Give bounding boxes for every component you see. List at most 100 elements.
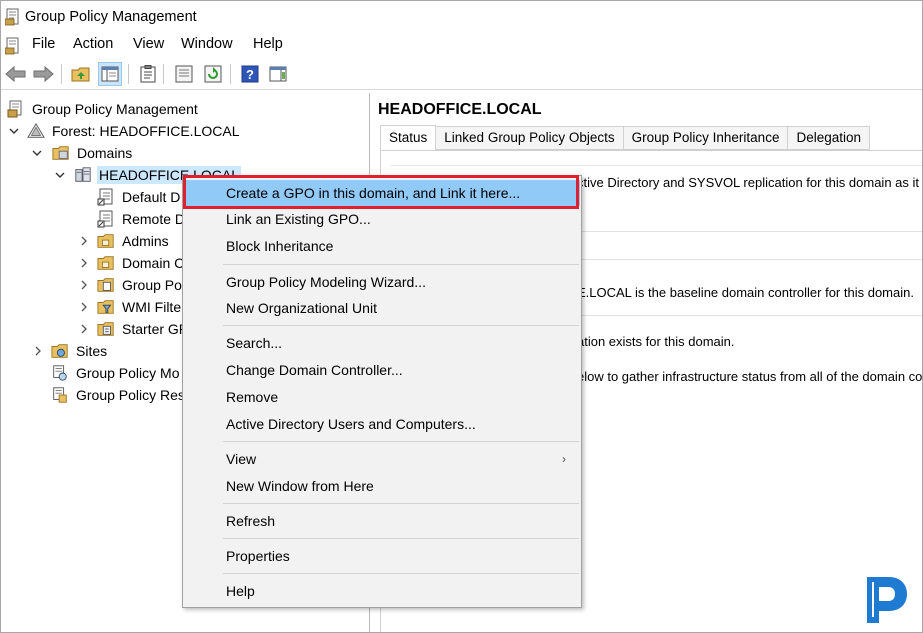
menu-item-properties[interactable]: Properties [184,543,580,569]
tree-label-modeling: Group Policy Mo [76,364,180,381]
chevron-down-icon[interactable] [55,170,67,180]
svg-text:?: ? [246,67,254,82]
tree-node-domain-controllers[interactable]: Domain C [79,252,186,273]
tree-label-domain-controllers: Domain C [122,254,185,271]
details-title: HEADOFFICE.LOCAL [378,101,542,118]
results-icon [51,386,69,404]
menu-item-new-ou[interactable]: New Organizational Unit [184,295,580,321]
site-logo-icon [859,573,911,625]
tree-label-results: Group Policy Res [76,386,185,403]
menu-item-view[interactable]: View › [184,446,580,472]
ou-folder-icon [97,232,115,250]
tree-node-group-policy-objects[interactable]: Group Po [79,274,184,295]
sites-folder-icon [51,342,69,360]
action-pane-icon[interactable] [266,62,290,86]
menu-separator [223,441,579,442]
menu-item-create-gpo-link[interactable]: Create a GPO in this domain, and Link it… [184,180,580,206]
menu-separator [223,325,579,326]
starter-gpo-folder-icon [97,320,115,338]
menu-separator [223,538,579,539]
clipboard-icon[interactable] [136,62,160,86]
title-bar: Group Policy Management [1,1,922,33]
tree-node-admins[interactable]: Admins [79,230,171,251]
tree-node-remote-desktop[interactable]: Remote D [97,208,187,229]
modeling-icon [51,364,69,382]
tree-node-forest[interactable]: Forest: HEADOFFICE.LOCAL [9,120,241,141]
status-line-3: ation exists for this domain. [577,334,735,349]
menu-bar: File Action View Window Help [1,33,922,58]
properties-icon[interactable] [172,62,196,86]
tree-node-modeling[interactable]: Group Policy Mo [51,362,181,383]
tree-label-root: Group Policy Management [32,100,198,117]
menu-item-refresh[interactable]: Refresh [184,508,580,534]
gpmc-window: Group Policy Management File Action View… [0,0,923,633]
menu-item-modeling-wizard[interactable]: Group Policy Modeling Wizard... [184,269,580,295]
chevron-right-icon[interactable] [79,258,93,268]
menu-view[interactable]: View [131,36,166,52]
tree-node-domains[interactable]: Domains [32,142,134,163]
menu-separator [223,503,579,504]
tree-label-domains: Domains [77,144,133,161]
help-icon[interactable]: ? [238,62,262,86]
gpo-link-icon [97,210,115,228]
tree-node-default-domain-policy[interactable]: Default D [97,186,182,207]
menu-action[interactable]: Action [71,36,115,52]
chevron-right-icon[interactable] [33,346,47,356]
tree-node-starter-gpos[interactable]: Starter GP [79,318,190,339]
chevron-right-icon[interactable] [79,236,93,246]
wmi-filter-folder-icon [97,298,115,316]
tree-label-group-policy-objects: Group Po [122,276,182,293]
menu-item-help[interactable]: Help [184,578,580,604]
menu-item-ad-users-computers[interactable]: Active Directory Users and Computers... [184,411,580,437]
tab-delegation[interactable]: Delegation [788,126,870,150]
ou-folder-icon [97,254,115,272]
forest-icon [27,122,45,140]
menu-window[interactable]: Window [179,36,235,52]
show-hide-tree-icon[interactable] [98,62,122,86]
document-icon[interactable] [4,37,21,58]
gpo-link-icon [97,188,115,206]
status-line-2: E.LOCAL is the baseline domain controlle… [577,285,914,300]
tab-inheritance[interactable]: Group Policy Inheritance [623,126,789,150]
back-arrow-icon[interactable] [4,62,28,86]
chevron-right-icon[interactable] [79,302,93,312]
tree-label-sites: Sites [76,342,108,359]
menu-separator [223,264,579,265]
refresh-icon[interactable] [201,62,225,86]
gpo-folder-icon [97,276,115,294]
chevron-right-icon[interactable] [79,324,93,334]
menu-item-new-window[interactable]: New Window from Here [184,473,580,499]
tree-label-default-domain-policy: Default D [122,188,181,205]
status-line-4: elow to gather infrastructure status fro… [577,369,923,384]
tree-node-results[interactable]: Group Policy Res [51,384,187,405]
up-folder-icon[interactable] [69,62,93,86]
menu-item-link-existing-gpo[interactable]: Link an Existing GPO... [184,206,580,232]
tree-label-remote-desktop: Remote D [122,210,186,227]
domains-folder-icon [52,144,70,162]
menu-item-remove[interactable]: Remove [184,384,580,410]
chevron-right-icon[interactable] [79,280,93,290]
tree-label-forest: Forest: HEADOFFICE.LOCAL [52,122,240,139]
forward-arrow-icon[interactable] [31,62,55,86]
chevron-down-icon[interactable] [32,148,44,158]
tree-label-starter-gpos: Starter GP [122,320,189,337]
menu-item-change-dc[interactable]: Change Domain Controller... [184,357,580,383]
menu-separator [223,573,579,574]
menu-item-view-label: View [226,451,257,467]
domain-icon [74,166,92,184]
toolbar: ? [1,58,922,90]
tree-node-root[interactable]: Group Policy Management [7,98,200,119]
menu-item-block-inheritance[interactable]: Block Inheritance [184,233,580,259]
tree-node-sites[interactable]: Sites [33,340,109,361]
tree-label-wmi-filters: WMI Filte [122,298,182,315]
menu-help[interactable]: Help [251,36,285,52]
chevron-down-icon[interactable] [9,126,21,136]
menu-item-search[interactable]: Search... [184,330,580,356]
menu-file[interactable]: File [30,36,57,52]
tree-node-wmi-filters[interactable]: WMI Filte [79,296,183,317]
tab-status[interactable]: Status [380,125,437,151]
submenu-arrow-icon: › [562,452,566,466]
tab-linked-gpos[interactable]: Linked Group Policy Objects [436,126,624,150]
gpmc-app-icon [4,8,21,29]
window-title: Group Policy Management [25,9,197,25]
